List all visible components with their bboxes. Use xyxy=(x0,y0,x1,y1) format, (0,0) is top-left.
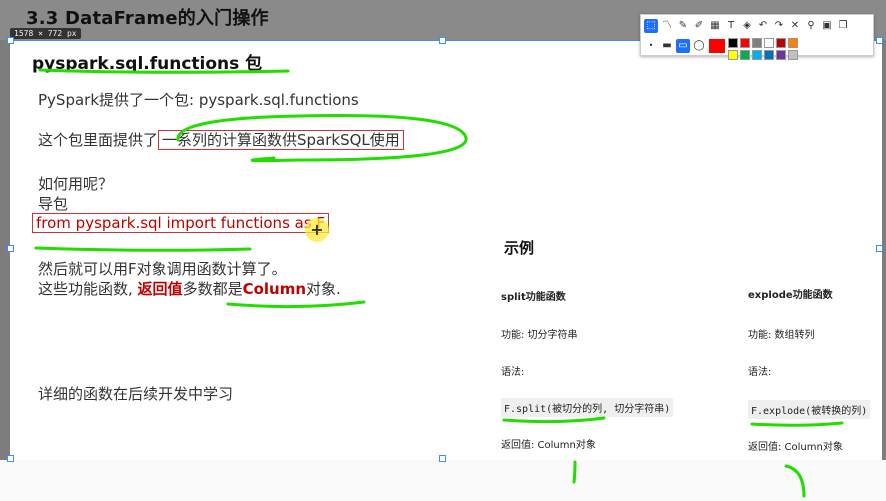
annotation-toolbar[interactable]: ⬚ 〽 ✎ ✐ ▦ T ◈ ↶ ↷ ✕ ⚲ ▣ ❐ • ▬ ▭ ◯ xyxy=(640,14,874,60)
redo-icon[interactable]: ↷ xyxy=(772,19,786,33)
color-palette xyxy=(727,37,807,61)
ellipse-tool-icon[interactable]: ◯ xyxy=(692,39,706,53)
highlighter-icon[interactable]: ✐ xyxy=(692,19,706,33)
color-swatch[interactable] xyxy=(740,50,750,60)
color-swatch[interactable] xyxy=(752,38,762,48)
pin-icon[interactable]: ⚲ xyxy=(804,19,818,33)
toolbar-pin-icon[interactable]: • xyxy=(644,39,658,53)
active-color-swatch[interactable] xyxy=(709,39,725,53)
copy-icon[interactable]: ❐ xyxy=(836,19,850,33)
save-icon[interactable]: ▣ xyxy=(820,19,834,33)
explode-syntax-underline xyxy=(750,421,844,427)
color-swatch[interactable] xyxy=(728,50,738,60)
explode-tick-mark xyxy=(784,464,806,498)
return-underline xyxy=(226,300,366,309)
line-chart-icon[interactable]: 〽 xyxy=(660,19,674,33)
import-underline xyxy=(34,246,252,252)
color-swatch[interactable] xyxy=(788,50,798,60)
heading-underline xyxy=(38,68,290,74)
boxed-text-ellipse xyxy=(176,113,468,163)
color-swatch[interactable] xyxy=(740,38,750,48)
color-swatch[interactable] xyxy=(764,38,774,48)
mosaic-icon[interactable]: ▦ xyxy=(708,19,722,33)
line-weight-icon[interactable]: ▬ xyxy=(660,39,674,53)
color-swatch[interactable] xyxy=(728,38,738,48)
color-swatch[interactable] xyxy=(776,38,786,48)
split-tick-mark xyxy=(572,460,577,484)
eraser-icon[interactable]: ◈ xyxy=(740,19,754,33)
color-swatch[interactable] xyxy=(764,50,774,60)
undo-icon[interactable]: ↶ xyxy=(756,19,770,33)
color-swatch[interactable] xyxy=(788,38,798,48)
color-swatch[interactable] xyxy=(752,50,762,60)
rectangle-tool-icon[interactable]: ▭ xyxy=(676,39,690,53)
text-icon[interactable]: T xyxy=(724,19,738,33)
green-annotation-layer xyxy=(34,68,844,498)
select-icon[interactable]: ⬚ xyxy=(644,19,658,33)
color-swatch[interactable] xyxy=(776,50,786,60)
close-icon[interactable]: ✕ xyxy=(788,19,802,33)
pen-icon[interactable]: ✎ xyxy=(676,19,690,33)
split-syntax-underline xyxy=(502,416,606,424)
crosshair-cursor-icon: + xyxy=(305,218,329,242)
